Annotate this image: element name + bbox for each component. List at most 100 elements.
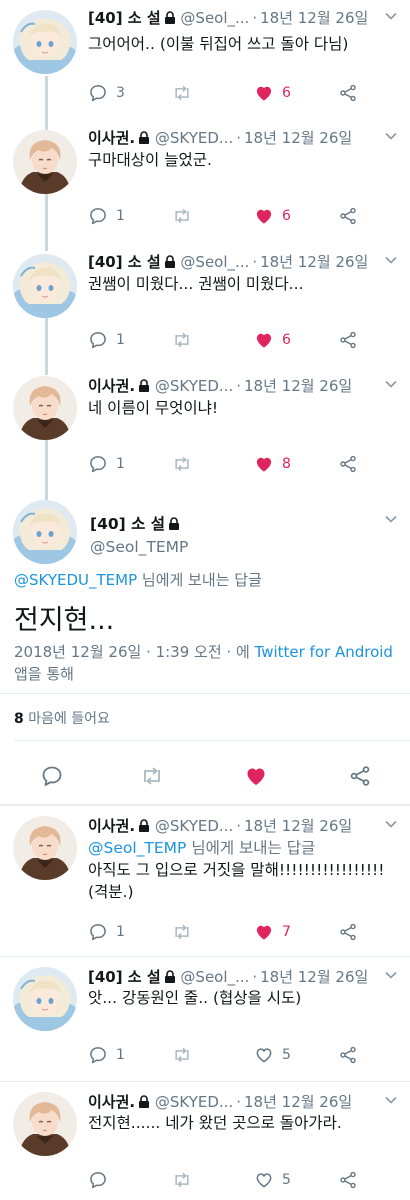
share-button[interactable] bbox=[338, 328, 358, 352]
tweet[interactable]: [40] 소 설 @Seol_... · 18년 12월 26일 권쌤이 미웠다..… bbox=[0, 244, 410, 368]
share-button[interactable] bbox=[338, 452, 358, 476]
chevron-down-icon[interactable] bbox=[384, 377, 398, 391]
like-button[interactable]: 5 bbox=[254, 1168, 291, 1192]
like-button[interactable] bbox=[244, 764, 268, 788]
display-name[interactable]: [40] 소 설 bbox=[88, 253, 161, 271]
chevron-down-icon[interactable] bbox=[384, 1093, 398, 1107]
retweet-button[interactable] bbox=[172, 328, 200, 352]
client-link[interactable]: Twitter for Android bbox=[255, 643, 393, 661]
handle[interactable]: @Seol_... bbox=[180, 253, 249, 271]
like-button[interactable]: 6 bbox=[254, 204, 291, 228]
like-count: 6 bbox=[282, 208, 291, 224]
handle[interactable]: @Seol_TEMP bbox=[90, 538, 188, 556]
retweet-button[interactable] bbox=[140, 764, 164, 788]
lock-icon bbox=[168, 517, 180, 530]
tweet[interactable]: 이사권. @SKYED... · 18년 12월 26일 구마대상이 늘었군. 1 … bbox=[0, 120, 410, 244]
reply-count: 1 bbox=[116, 332, 125, 348]
avatar[interactable] bbox=[13, 376, 77, 440]
heart-icon bbox=[254, 83, 274, 103]
reply-icon bbox=[88, 1045, 108, 1065]
like-count: 5 bbox=[282, 1047, 291, 1063]
avatar[interactable] bbox=[13, 500, 77, 564]
reply-to-link[interactable]: @SKYEDU_TEMP bbox=[14, 571, 137, 589]
retweet-button[interactable] bbox=[172, 1043, 200, 1067]
retweet-button[interactable] bbox=[172, 452, 200, 476]
reply-button[interactable] bbox=[88, 1168, 116, 1192]
display-name[interactable]: 이사권. bbox=[88, 377, 135, 395]
tweet[interactable]: [40] 소 설 @Seol_... · 18년 12월 26일 그어어어.. (이… bbox=[0, 0, 410, 120]
reply-button[interactable]: 1 bbox=[88, 328, 125, 352]
reply-button[interactable]: 3 bbox=[88, 81, 125, 105]
share-button[interactable] bbox=[338, 204, 358, 228]
retweet-button[interactable] bbox=[172, 81, 200, 105]
reply-button[interactable]: 1 bbox=[88, 452, 125, 476]
avatar[interactable] bbox=[13, 1092, 77, 1156]
reply-tweet[interactable]: 이사권. @SKYED... · 18년 12월 26일 @Seol_TEMP 님에… bbox=[0, 806, 410, 956]
chevron-down-icon[interactable] bbox=[384, 512, 398, 526]
like-count: 6 bbox=[282, 85, 291, 101]
reply-tweet[interactable]: [40] 소 설 @Seol_... · 18년 12월 26일 앗... 강동원인… bbox=[0, 957, 410, 1081]
heart-icon bbox=[254, 454, 274, 474]
avatar[interactable] bbox=[13, 816, 77, 880]
display-name[interactable]: 이사권. bbox=[88, 817, 135, 835]
full-timestamp[interactable]: 2018년 12월 26일 · 1:39 오전 · 에 bbox=[14, 643, 255, 661]
timestamp[interactable]: 18년 12월 26일 bbox=[260, 9, 368, 27]
share-button[interactable] bbox=[338, 81, 358, 105]
retweet-button[interactable] bbox=[172, 204, 200, 228]
retweet-button[interactable] bbox=[172, 1168, 200, 1192]
tweet-text: 전지현... bbox=[14, 605, 115, 636]
handle[interactable]: @SKYED... bbox=[155, 129, 233, 147]
timestamp[interactable]: 18년 12월 26일 bbox=[244, 1093, 352, 1111]
timestamp[interactable]: 18년 12월 26일 bbox=[260, 253, 368, 271]
retweet-button[interactable] bbox=[172, 920, 200, 944]
avatar[interactable] bbox=[13, 130, 77, 194]
like-button[interactable]: 8 bbox=[254, 452, 291, 476]
share-button[interactable] bbox=[348, 764, 372, 788]
share-icon bbox=[338, 454, 358, 474]
handle[interactable]: @SKYED... bbox=[155, 377, 233, 395]
share-button[interactable] bbox=[338, 920, 358, 944]
handle[interactable]: @Seol_... bbox=[180, 9, 249, 27]
timestamp[interactable]: 18년 12월 26일 bbox=[244, 377, 352, 395]
avatar[interactable] bbox=[13, 10, 77, 74]
like-button[interactable]: 6 bbox=[254, 81, 291, 105]
share-button[interactable] bbox=[338, 1168, 358, 1192]
reply-button[interactable]: 1 bbox=[88, 920, 125, 944]
tweet-actions: 1 5 bbox=[88, 1043, 368, 1067]
chevron-down-icon[interactable] bbox=[384, 9, 398, 23]
avatar[interactable] bbox=[13, 254, 77, 318]
reply-button[interactable]: 1 bbox=[88, 204, 125, 228]
likes-summary[interactable]: 8 마음에 들어요 bbox=[14, 708, 110, 728]
handle[interactable]: @SKYED... bbox=[155, 817, 233, 835]
reply-count: 1 bbox=[116, 1047, 125, 1063]
avatar[interactable] bbox=[13, 967, 77, 1031]
chevron-down-icon[interactable] bbox=[384, 817, 398, 831]
chevron-down-icon[interactable] bbox=[384, 129, 398, 143]
display-name[interactable]: [40] 소 설 bbox=[90, 515, 165, 533]
reply-button[interactable]: 1 bbox=[88, 1043, 125, 1067]
timestamp[interactable]: 18년 12월 26일 bbox=[244, 817, 352, 835]
reply-icon bbox=[40, 764, 64, 788]
display-name[interactable]: 이사권. bbox=[88, 1093, 135, 1111]
handle[interactable]: @Seol_... bbox=[180, 968, 249, 986]
like-button[interactable]: 5 bbox=[254, 1043, 291, 1067]
timestamp[interactable]: 18년 12월 26일 bbox=[244, 129, 352, 147]
like-button[interactable]: 7 bbox=[254, 920, 291, 944]
handle[interactable]: @SKYED... bbox=[155, 1093, 233, 1111]
author-block[interactable]: [40] 소 설 @Seol_TEMP bbox=[90, 512, 188, 556]
reply-icon bbox=[88, 454, 108, 474]
share-button[interactable] bbox=[338, 1043, 358, 1067]
chevron-down-icon[interactable] bbox=[384, 253, 398, 267]
reply-to-link[interactable]: @Seol_TEMP bbox=[88, 839, 186, 857]
display-name[interactable]: [40] 소 설 bbox=[88, 9, 161, 27]
tweet[interactable]: 이사권. @SKYED... · 18년 12월 26일 네 이름이 무엇이냐! 1… bbox=[0, 368, 410, 492]
chevron-down-icon[interactable] bbox=[384, 968, 398, 982]
focused-tweet[interactable]: [40] 소 설 @Seol_TEMP @SKYEDU_TEMP 님에게 보내는… bbox=[0, 492, 410, 804]
reply-button[interactable] bbox=[40, 764, 64, 788]
reply-tweet[interactable]: 이사권. @SKYED... · 18년 12월 26일 전지현...... 네가 … bbox=[0, 1082, 410, 1200]
display-name[interactable]: 이사권. bbox=[88, 129, 135, 147]
timestamp[interactable]: 18년 12월 26일 bbox=[260, 968, 368, 986]
like-button[interactable]: 6 bbox=[254, 328, 291, 352]
like-count: 6 bbox=[282, 332, 291, 348]
display-name[interactable]: [40] 소 설 bbox=[88, 968, 161, 986]
